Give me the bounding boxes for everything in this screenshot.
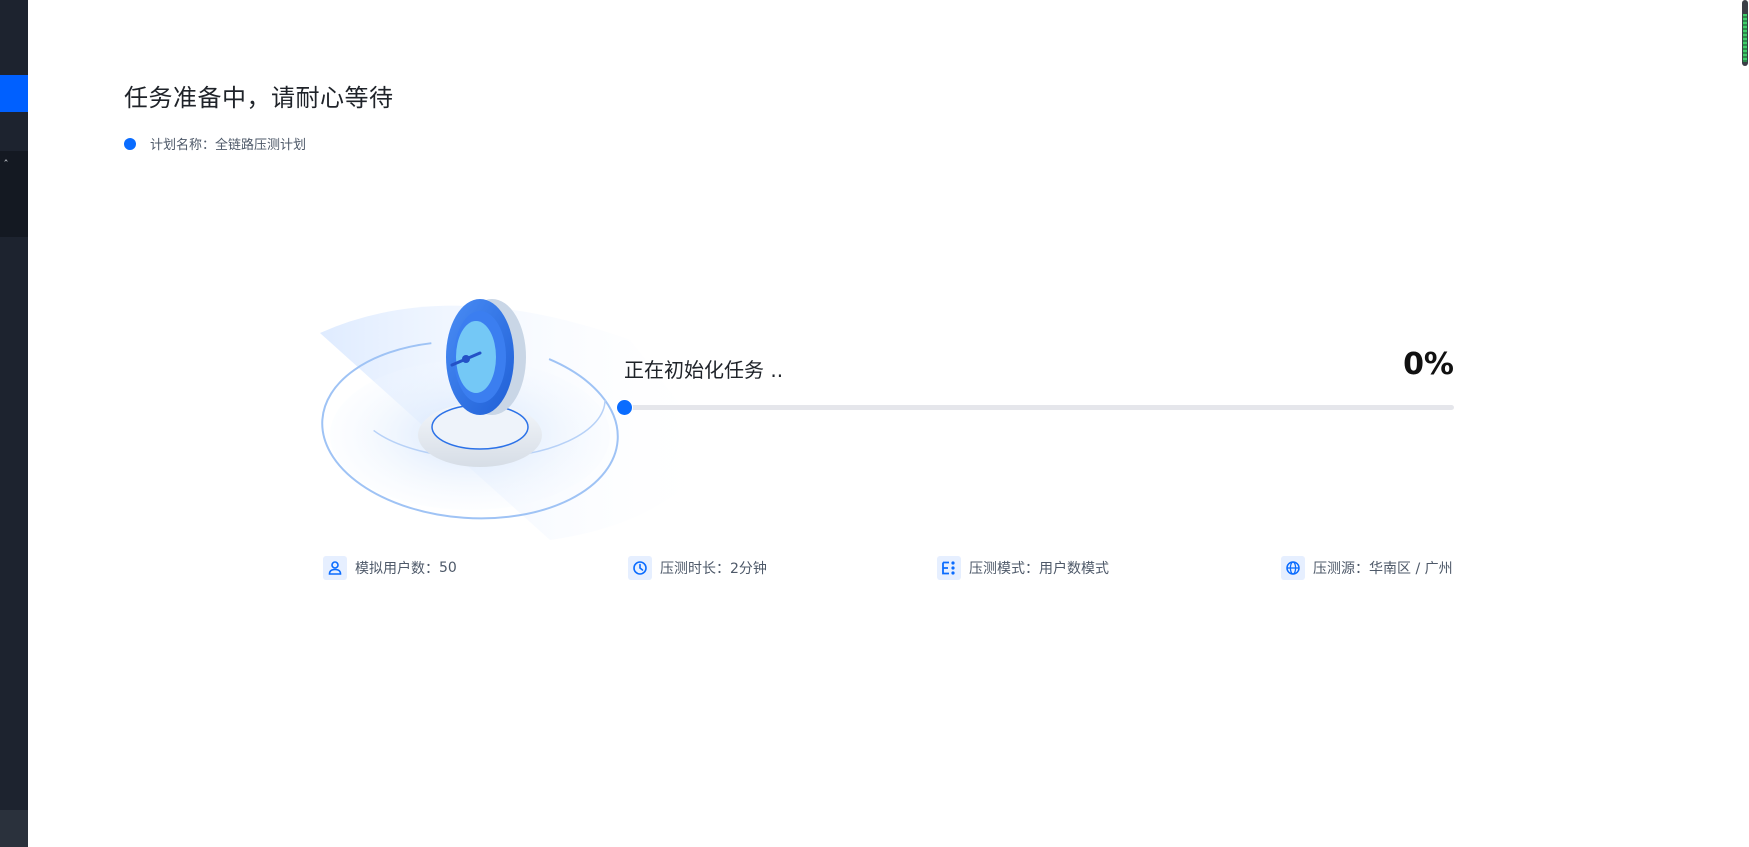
info-source-value: 华南区 / 广州 — [1369, 561, 1453, 577]
plan-name-label: 计划名称： — [150, 138, 216, 153]
info-mode-value: 用户数模式 — [1039, 561, 1109, 577]
progress-bar — [617, 400, 1454, 415]
progress-percent: 0% — [1403, 347, 1454, 382]
info-virtual-users: 模拟用户数： 50 — [323, 556, 457, 580]
sidebar-bottom-item[interactable] — [0, 810, 28, 847]
info-mode-label: 压测模式： — [969, 561, 1039, 577]
info-source-label: 压测源： — [1313, 561, 1369, 577]
sidebar-item-active[interactable] — [0, 75, 28, 112]
scrollbar[interactable] — [1741, 0, 1749, 847]
info-users-value: 50 — [439, 560, 457, 576]
mode-list-icon — [937, 556, 961, 580]
info-duration-value: 2分钟 — [730, 561, 767, 577]
info-users-label: 模拟用户数： — [355, 561, 439, 577]
stopwatch-illustration — [320, 295, 740, 545]
progress-status-text: 正在初始化任务 .. — [624, 358, 784, 382]
user-icon — [323, 556, 347, 580]
page-title: 任务准备中，请耐心等待 — [124, 84, 394, 112]
plan-dot-icon — [124, 137, 136, 150]
info-duration: 压测时长： 2分钟 — [628, 556, 767, 580]
info-duration-label: 压测时长： — [660, 561, 730, 577]
sidebar: ˆ — [0, 0, 28, 847]
chevron-up-icon[interactable]: ˆ — [0, 158, 12, 172]
plan-name-value: 全链路压测计划 — [215, 138, 307, 153]
info-mode: 压测模式： 用户数模式 — [937, 556, 1109, 580]
info-source: 压测源： 华南区 / 广州 — [1281, 556, 1453, 580]
app-root: ˆ 任务准备中，请耐心等待 计划名称： 全链路压测计划 正在初始化任务 .. 0… — [0, 0, 1749, 847]
scrollbar-thumb[interactable] — [1742, 0, 1748, 66]
plan-name-row: 计划名称： 全链路压测计划 — [124, 134, 306, 153]
globe-icon — [1281, 556, 1305, 580]
clock-icon — [628, 556, 652, 580]
progress-bar-knob — [617, 400, 632, 415]
